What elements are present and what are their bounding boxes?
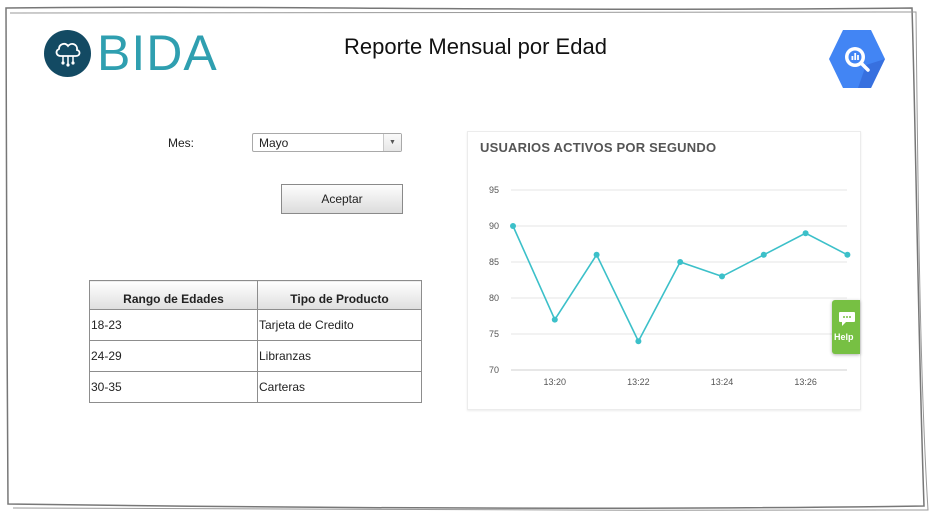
age-range-cell: 18-23 [89, 309, 258, 341]
data-point [593, 251, 600, 258]
x-tick-label: 13:24 [711, 377, 734, 387]
data-point [760, 251, 767, 258]
help-button[interactable]: Help [832, 300, 860, 354]
y-tick-label: 95 [489, 185, 499, 195]
table-row: 30-35 Carteras [89, 371, 422, 403]
series-line [512, 225, 848, 343]
table-row: 24-29 Libranzas [89, 340, 422, 372]
y-tick-label: 85 [489, 257, 499, 267]
bigquery-icon [829, 30, 885, 88]
column-header-product-type: Tipo de Producto [257, 280, 422, 310]
cloud-network-icon [44, 29, 91, 77]
data-point [510, 223, 516, 229]
month-label: Mes: [168, 136, 195, 150]
age-range-cell: 24-29 [89, 340, 258, 372]
column-header-age-range: Rango de Edades [89, 280, 258, 310]
product-type-cell: Tarjeta de Credito [257, 309, 422, 341]
month-select-value: Mayo [259, 136, 289, 150]
data-point [802, 230, 809, 237]
data-point [719, 273, 725, 280]
age-range-cell: 30-35 [89, 371, 258, 403]
x-tick-label: 13:22 [627, 377, 650, 387]
age-product-table: Rango de Edades Tipo de Producto 18-23 T… [89, 280, 422, 403]
table-row: 18-23 Tarjeta de Credito [89, 309, 422, 341]
y-tick-label: 80 [489, 293, 499, 303]
help-label: Help [834, 332, 854, 342]
x-tick-label: 13:26 [794, 377, 817, 387]
data-point [635, 338, 642, 345]
bida-logo: BIDA [44, 28, 218, 78]
data-point [844, 251, 851, 258]
y-tick-label: 90 [489, 221, 499, 231]
line-chart: 70 75 80 85 90 95 13:20 13:22 13:24 13:26 [489, 185, 851, 387]
chevron-down-icon[interactable]: ▼ [383, 134, 401, 151]
month-select[interactable]: Mayo ▼ [252, 133, 402, 152]
x-tick-label: 13:20 [544, 377, 567, 387]
chat-bubble-icon [839, 312, 855, 326]
page-title: Reporte Mensual por Edad [344, 34, 607, 59]
y-tick-label: 75 [489, 329, 499, 339]
logo-text: BIDA [97, 25, 218, 81]
y-tick-label: 70 [489, 365, 499, 375]
data-point [551, 316, 558, 323]
product-type-cell: Libranzas [257, 340, 422, 372]
data-point [677, 259, 684, 265]
accept-button[interactable]: Aceptar [281, 184, 403, 214]
product-type-cell: Carteras [257, 371, 422, 403]
table-header-row: Rango de Edades Tipo de Producto [89, 280, 422, 310]
